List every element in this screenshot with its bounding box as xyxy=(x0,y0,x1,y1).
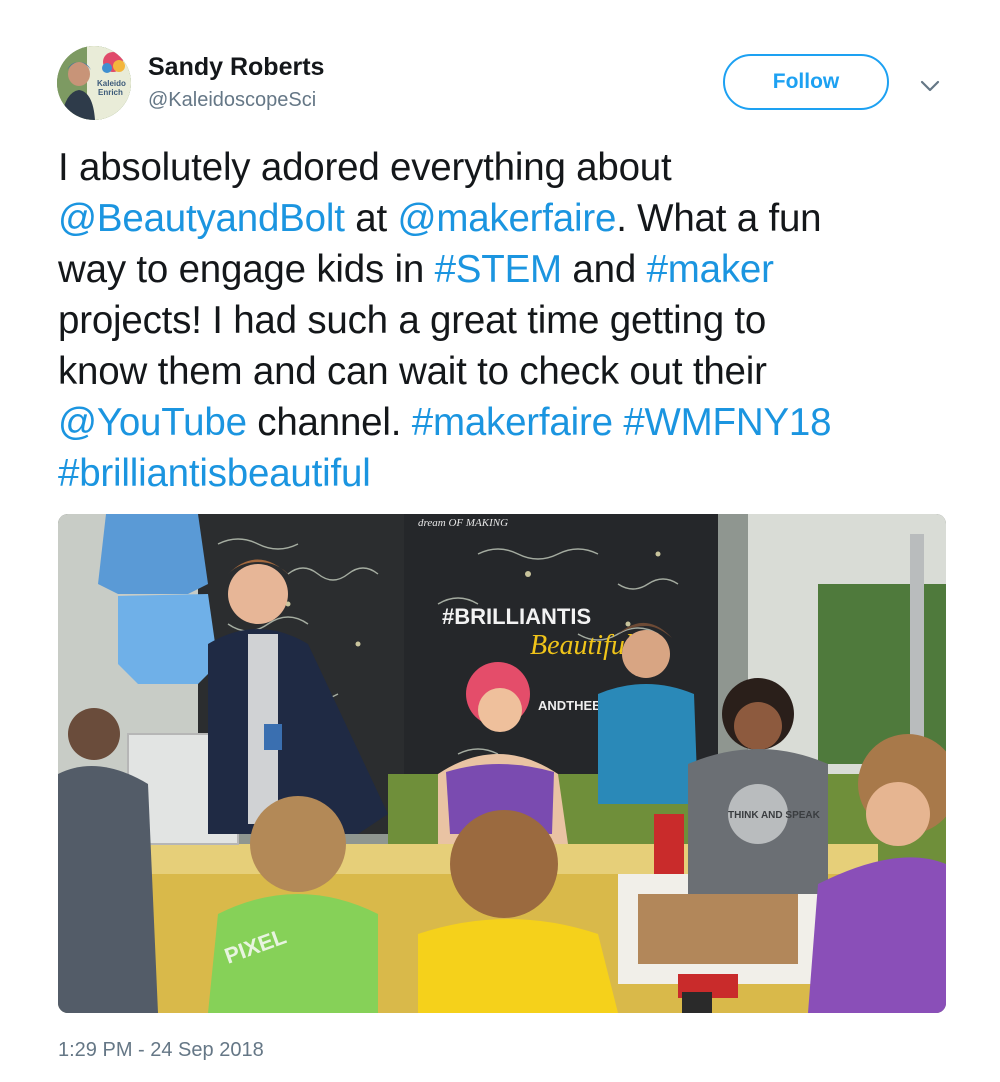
hashtag-link[interactable]: #STEM xyxy=(435,248,563,291)
tweet-text-line: @YouTube channel. #makerfaire #WMFNY18 xyxy=(58,397,958,448)
wall-text-top: dream OF MAKING xyxy=(418,517,508,529)
tweet-text-line: I absolutely adored everything about xyxy=(58,142,958,193)
hashtag-link[interactable]: #brilliantisbeautiful xyxy=(58,452,371,495)
tweet-card: Kaleido Enrich Sandy Roberts @Kaleidosco… xyxy=(0,0,1000,1082)
wall-text-script: Beautiful xyxy=(530,630,633,661)
tweet-text: I absolutely adored everything about @Bea… xyxy=(58,142,958,499)
tweet-text-line: @BeautyandBolt at @makerfaire. What a fu… xyxy=(58,193,958,244)
tweet-text-span: projects! I had such a great time gettin… xyxy=(58,299,767,342)
chevron-down-icon[interactable] xyxy=(916,72,944,100)
tweet-text-span: I absolutely adored everything about xyxy=(58,146,672,189)
avatar[interactable]: Kaleido Enrich xyxy=(57,46,131,120)
tweet-text-line: way to engage kids in #STEM and #maker xyxy=(58,244,958,295)
user-handle[interactable]: @KaleidoscopeSci xyxy=(148,88,316,112)
hashtag-link[interactable]: #WMFNY18 xyxy=(623,401,831,444)
photo-scene: dream OF MAKING #BRILLIANTIS Beautiful A… xyxy=(58,514,946,1013)
tweet-text-span: way to engage kids in xyxy=(58,248,435,291)
wall-text-main: #BRILLIANTIS xyxy=(442,604,591,629)
tweet-text-span: know them and can wait to check out thei… xyxy=(58,350,767,393)
mention-link[interactable]: @YouTube xyxy=(58,401,247,444)
tweet-photo[interactable]: dream OF MAKING #BRILLIANTIS Beautiful A… xyxy=(58,514,946,1013)
tweet-text-line: projects! I had such a great time gettin… xyxy=(58,295,958,346)
hashtag-link[interactable]: #maker xyxy=(647,248,774,291)
follow-button[interactable]: Follow xyxy=(723,54,889,110)
shirt-text-right: THINK AND SPEAK xyxy=(728,810,821,821)
tweet-text-span: channel. xyxy=(246,401,412,444)
hashtag-link[interactable]: #makerfaire xyxy=(412,401,613,444)
avatar-image: Kaleido Enrich xyxy=(57,46,131,120)
avatar-text-1: Kaleido xyxy=(97,79,126,88)
tweet-text-line: know them and can wait to check out thei… xyxy=(58,346,958,397)
mention-link[interactable]: @makerfaire xyxy=(397,197,616,240)
display-name[interactable]: Sandy Roberts xyxy=(148,52,324,82)
tweet-timestamp[interactable]: 1:29 PM - 24 Sep 2018 xyxy=(58,1037,264,1063)
tweet-text-span: . What a fun xyxy=(616,197,822,240)
avatar-text-2: Enrich xyxy=(98,88,123,97)
tweet-text-line: #brilliantisbeautiful xyxy=(58,448,958,499)
tweet-text-span: and xyxy=(561,248,647,291)
tweet-text-span: at xyxy=(344,197,398,240)
mention-link[interactable]: @BeautyandBolt xyxy=(58,197,345,240)
tweet-text-span xyxy=(613,401,624,444)
